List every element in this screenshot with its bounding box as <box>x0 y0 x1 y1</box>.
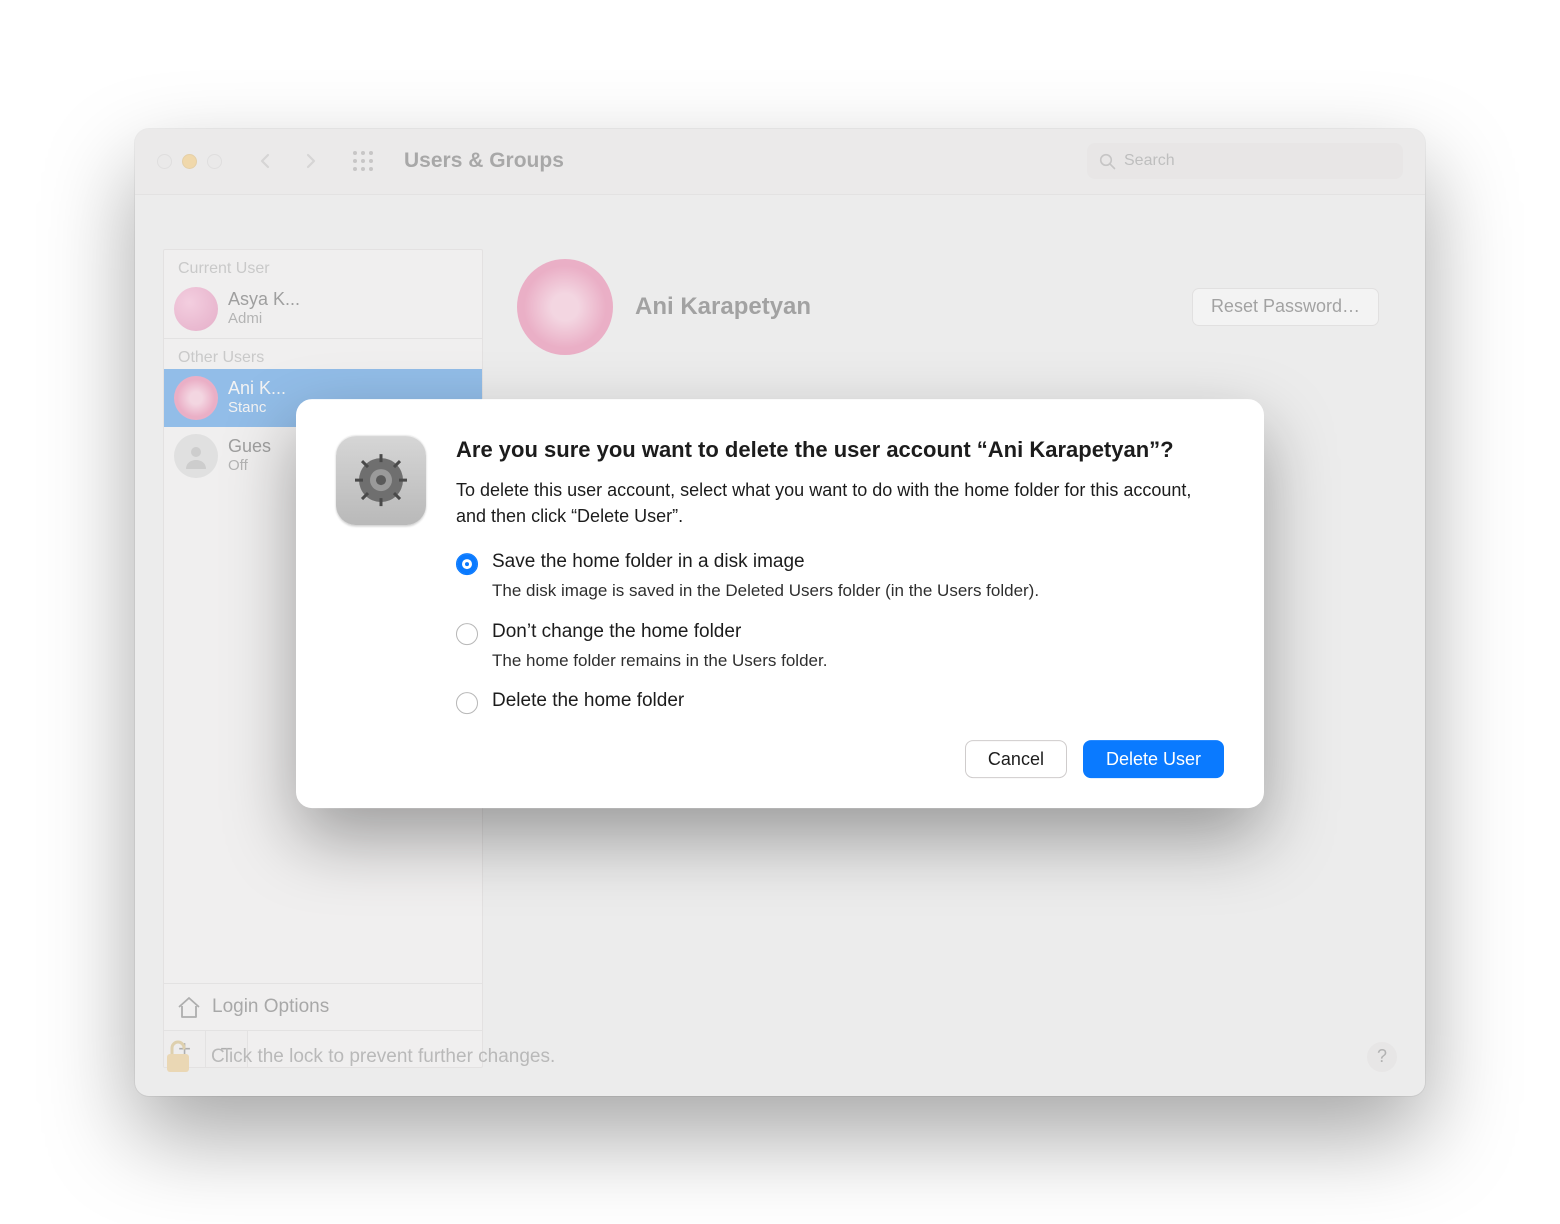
user-role: Off <box>228 457 271 474</box>
radio-icon[interactable] <box>456 693 478 715</box>
option-description: The home folder remains in the Users fol… <box>492 649 827 673</box>
close-window-button[interactable] <box>157 154 172 169</box>
delete-user-dialog: Are you sure you want to delete the user… <box>296 399 1264 808</box>
search-icon <box>1099 153 1116 170</box>
minimize-window-button[interactable] <box>182 154 197 169</box>
dialog-title: Are you sure you want to delete the user… <box>456 435 1224 465</box>
user-name: Gues <box>228 437 271 457</box>
radio-icon[interactable] <box>456 623 478 645</box>
window-controls <box>157 154 222 169</box>
login-options-label: Login Options <box>212 996 329 1018</box>
house-icon <box>176 994 202 1020</box>
avatar <box>174 376 218 420</box>
window-title: Users & Groups <box>404 149 1077 173</box>
home-folder-options: Save the home folder in a disk image The… <box>456 551 1224 715</box>
user-role: Admi <box>228 310 300 327</box>
lock-text: Click the lock to prevent further change… <box>211 1046 555 1068</box>
dialog-subtitle: To delete this user account, select what… <box>456 477 1224 529</box>
forward-button[interactable] <box>302 153 318 169</box>
option-description: The disk image is saved in the Deleted U… <box>492 579 1039 603</box>
person-icon <box>183 443 209 469</box>
user-full-name: Ani Karapetyan <box>635 293 1170 321</box>
option-dont-change[interactable]: Don’t change the home folder The home fo… <box>456 621 1224 673</box>
user-header: Ani Karapetyan Reset Password… <box>499 249 1397 365</box>
avatar <box>174 434 218 478</box>
search-input[interactable] <box>1122 151 1391 171</box>
user-role: Stanc <box>228 399 286 416</box>
dialog-actions: Cancel Delete User <box>456 741 1224 779</box>
user-name: Ani K... <box>228 379 286 399</box>
option-label: Save the home folder in a disk image <box>492 551 1039 573</box>
user-name: Asya K... <box>228 290 300 310</box>
titlebar: Users & Groups <box>135 129 1425 195</box>
back-button[interactable] <box>258 153 274 169</box>
other-users-section-label: Other Users <box>164 339 482 369</box>
search-field[interactable] <box>1087 143 1403 179</box>
nav-arrows <box>258 153 318 169</box>
system-preferences-icon <box>336 435 426 525</box>
help-button[interactable]: ? <box>1367 1042 1397 1072</box>
option-label: Don’t change the home folder <box>492 621 827 643</box>
reset-password-button[interactable]: Reset Password… <box>1192 288 1379 326</box>
user-avatar-large[interactable] <box>517 259 613 355</box>
delete-user-button[interactable]: Delete User <box>1083 741 1224 779</box>
option-label: Delete the home folder <box>492 691 684 713</box>
lock-row: Click the lock to prevent further change… <box>163 1038 1397 1076</box>
system-preferences-window: Users & Groups Current User Asya K... Ad… <box>135 129 1425 1096</box>
dialog-body: Are you sure you want to delete the user… <box>456 435 1224 778</box>
current-user-section-label: Current User <box>164 250 482 280</box>
option-delete-folder[interactable]: Delete the home folder <box>456 691 1224 715</box>
unlocked-lock-icon[interactable] <box>163 1038 193 1076</box>
login-options-row[interactable]: Login Options <box>164 983 482 1030</box>
cancel-button[interactable]: Cancel <box>965 741 1067 779</box>
current-user-row[interactable]: Asya K... Admi <box>164 280 482 338</box>
radio-icon[interactable] <box>456 553 478 575</box>
show-all-icon[interactable] <box>352 150 374 172</box>
option-save-disk-image[interactable]: Save the home folder in a disk image The… <box>456 551 1224 603</box>
maximize-window-button[interactable] <box>207 154 222 169</box>
avatar <box>174 287 218 331</box>
